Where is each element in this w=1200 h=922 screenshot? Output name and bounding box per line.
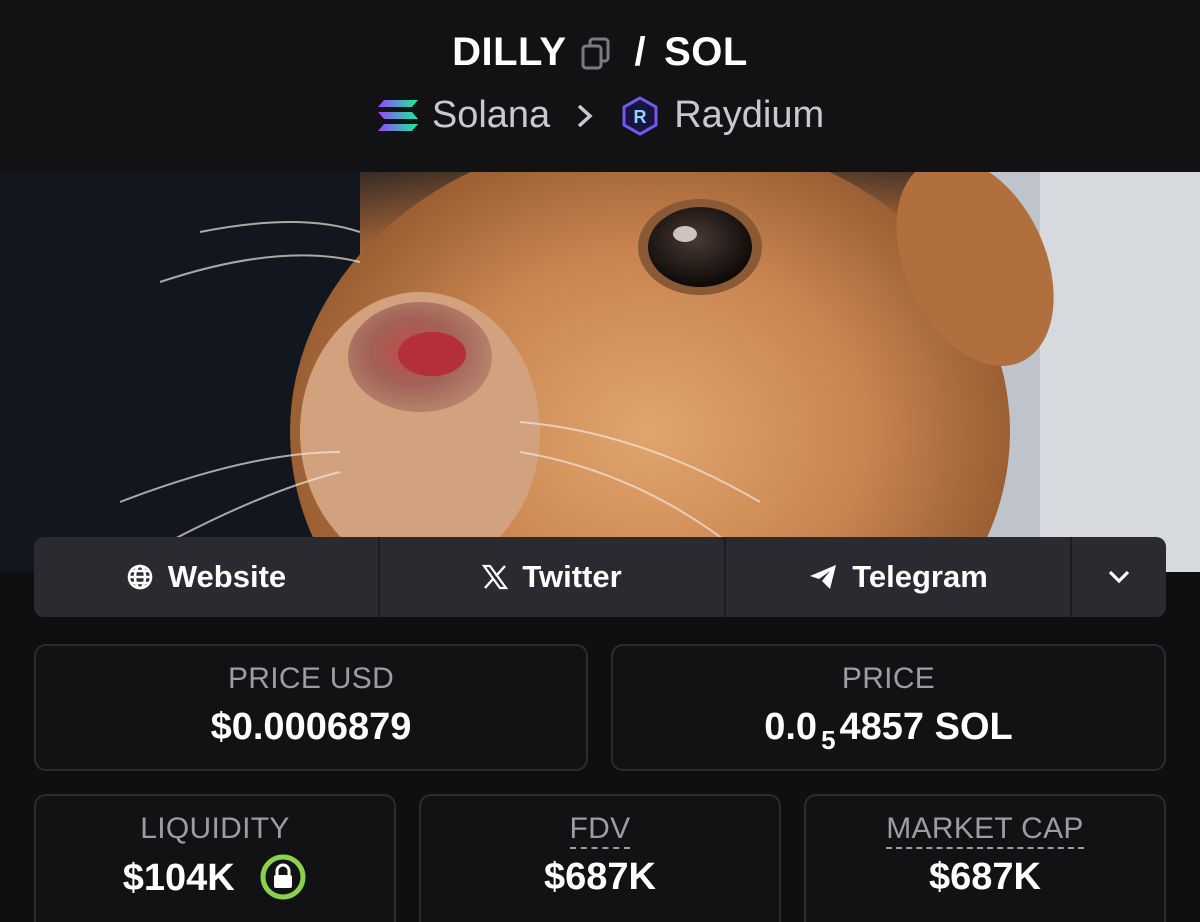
market-cap-value: $687K — [929, 856, 1041, 898]
token-banner-image — [0, 172, 1200, 572]
chain-link[interactable]: Solana — [376, 94, 550, 137]
telegram-icon — [808, 563, 838, 591]
svg-text:R: R — [634, 107, 647, 127]
pair-title: DILLY / SOL — [0, 30, 1200, 75]
price-usd-value: $0.0006879 — [210, 706, 412, 748]
breadcrumb: Solana R Raydium — [0, 94, 1200, 137]
telegram-button[interactable]: Telegram — [726, 537, 1072, 617]
pair-header: DILLY / SOL Solana R Raydium — [0, 0, 1200, 172]
social-links-bar: Website Twitter Telegram — [34, 537, 1166, 617]
price-usd-card: PRICE USD $0.0006879 — [34, 644, 588, 771]
pair-separator: / — [634, 30, 647, 74]
fdv-label-wrap: FDV — [421, 812, 779, 849]
chain-name: Solana — [431, 94, 551, 136]
market-cap-label[interactable]: MARKET CAP — [886, 812, 1084, 849]
fdv-value: $687K — [544, 856, 656, 898]
liquidity-value-row: $104K — [36, 853, 394, 904]
website-label: Website — [167, 559, 287, 594]
fdv-label[interactable]: FDV — [569, 812, 631, 849]
raydium-logo-icon: R — [620, 95, 660, 136]
base-token-symbol: DILLY — [452, 30, 567, 74]
market-cap-card: MARKET CAP $687K — [804, 794, 1166, 922]
solana-logo-icon — [376, 98, 420, 134]
price-native-zero-count: 5 — [821, 725, 836, 755]
website-button[interactable]: Website — [34, 537, 380, 617]
copy-icon[interactable] — [579, 36, 613, 70]
token-pair-page: DILLY / SOL Solana R Raydium Website Twi… — [0, 0, 1200, 922]
price-native-suffix: 4857 SOL — [839, 706, 1013, 748]
liquidity-value: $104K — [122, 857, 235, 900]
dex-name: Raydium — [674, 94, 825, 136]
twitter-label: Twitter — [522, 559, 622, 594]
globe-icon — [126, 563, 154, 591]
chevron-down-icon — [1107, 569, 1131, 585]
quote-token-symbol: SOL — [664, 30, 748, 74]
fdv-card: FDV $687K — [419, 794, 781, 922]
chevron-right-icon — [576, 103, 594, 129]
dex-link[interactable]: R Raydium — [620, 94, 824, 137]
liquidity-label: LIQUIDITY — [140, 812, 290, 845]
liquidity-card: LIQUIDITY $104K — [34, 794, 396, 922]
telegram-label: Telegram — [852, 559, 988, 594]
price-native-label: PRICE — [841, 662, 936, 695]
market-cap-label-wrap: MARKET CAP — [806, 812, 1164, 849]
twitter-button[interactable]: Twitter — [380, 537, 726, 617]
price-native-value: 0.0 5 4857 SOL — [613, 706, 1164, 755]
lock-icon[interactable] — [259, 853, 307, 901]
price-native-card: PRICE 0.0 5 4857 SOL — [611, 644, 1166, 771]
price-usd-label: PRICE USD — [227, 662, 395, 695]
price-native-prefix: 0.0 — [764, 706, 818, 748]
x-icon — [482, 564, 509, 590]
more-links-button[interactable] — [1072, 537, 1166, 617]
